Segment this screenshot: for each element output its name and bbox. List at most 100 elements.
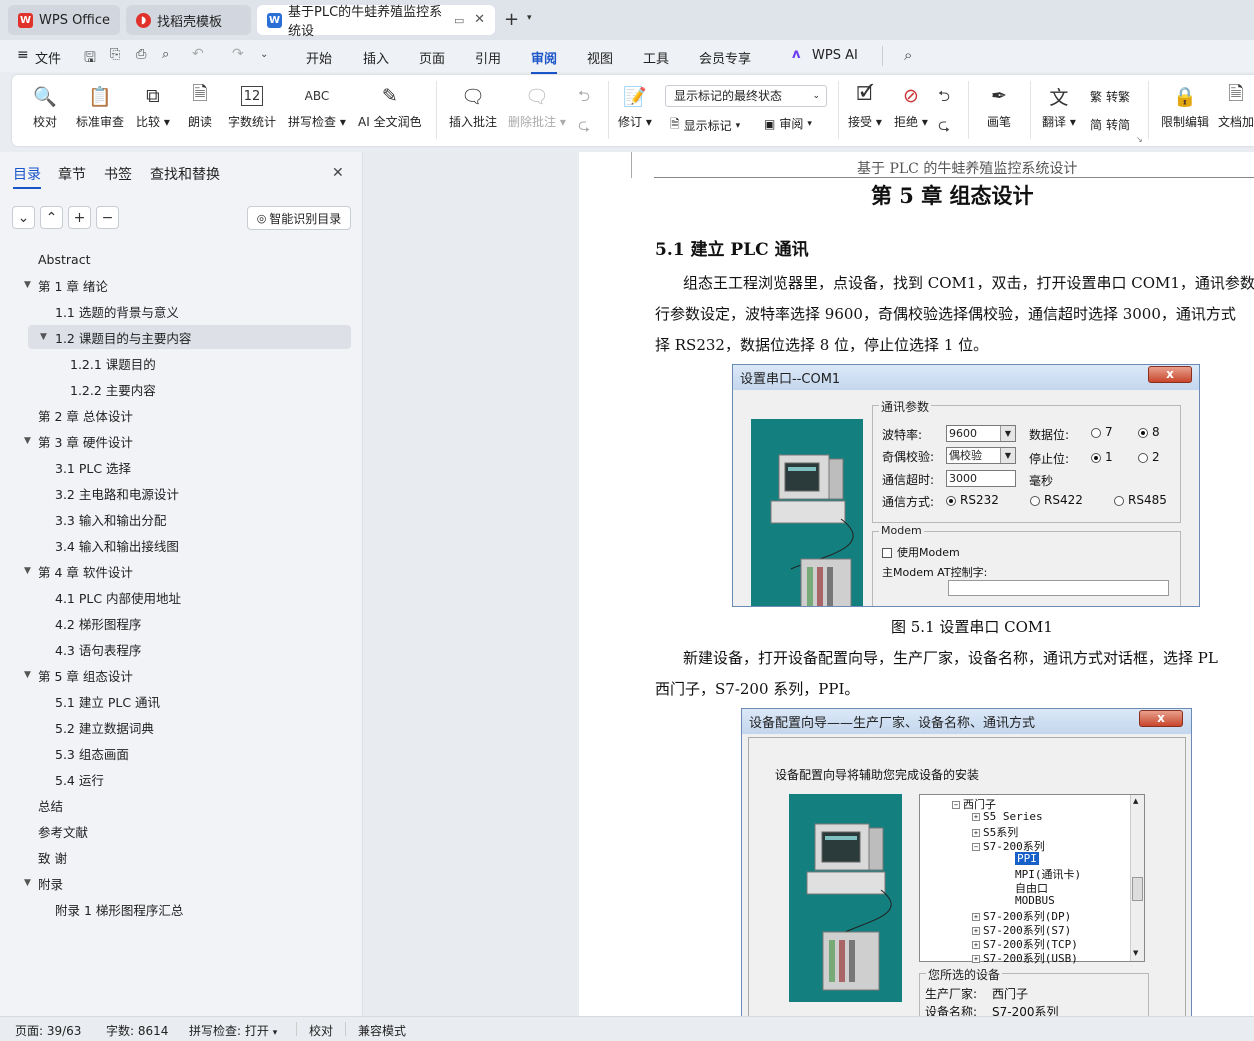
menu-tools[interactable]: 工具 [643, 48, 669, 67]
toc-item[interactable]: 致 谢 [0, 845, 363, 869]
menu-review[interactable]: 审阅 [531, 48, 558, 74]
word-count-indicator[interactable]: 字数: 8614 [106, 1022, 168, 1039]
toc-item[interactable]: Abstract [0, 247, 363, 271]
collapse-all-button[interactable]: ⌄ [12, 206, 35, 229]
standard-review-button[interactable]: 📋 标准审查 [76, 83, 124, 130]
quick-access-chevron-icon[interactable]: ⌄ [260, 49, 268, 60]
proofread-button[interactable]: 🔍 校对 [32, 83, 58, 130]
show-markup-button[interactable]: 🗎 显示标记 ▾ [670, 115, 740, 136]
expand-up-button[interactable]: ⌃ [40, 206, 63, 229]
toc-item[interactable]: ▼ 1.2 课题目的与主要内容 [28, 325, 351, 349]
track-changes-button[interactable]: 📝 修订 ▾ [618, 83, 652, 130]
toc-item[interactable]: 3.2 主电路和电源设计 [0, 481, 363, 505]
nav-tab-toc[interactable]: 目录 [13, 164, 41, 189]
expand-arrow-icon[interactable]: ▼ [24, 436, 31, 446]
compare-button[interactable]: ⧉ 比较 ▾ [136, 83, 170, 130]
translate-button[interactable]: 文翻译 ▾ [1042, 83, 1076, 130]
tab-document[interactable]: W 基于PLC的牛蛙养殖监控系统设 ▭ ✕ [257, 5, 495, 39]
toc-item[interactable]: ▼ 附录 [0, 871, 363, 895]
dialog-launcher-icon[interactable]: ↘ [1136, 135, 1143, 144]
proof-indicator[interactable]: 校对 [309, 1022, 333, 1039]
to-traditional-button[interactable]: 繁转繁 [1090, 88, 1130, 105]
toc-item[interactable]: 3.3 输入和输出分配 [0, 507, 363, 531]
close-pane-icon[interactable]: ✕ [332, 165, 344, 181]
next-change-icon[interactable]: ⮎ [938, 115, 950, 140]
smart-toc-button[interactable]: ◎ 智能识别目录 [247, 206, 351, 230]
close-tab-icon[interactable]: ✕ [474, 12, 485, 27]
show-markup-select[interactable]: 显示标记的最终状态 ⌄ [665, 85, 827, 107]
restrict-edit-button[interactable]: 🔒 限制编辑 [1161, 83, 1209, 130]
toc-item[interactable]: 1.1 选题的背景与意义 [0, 299, 363, 323]
toc-item[interactable]: 第 2 章 总体设计 [0, 403, 363, 427]
to-simplified-button[interactable]: 简转简 [1090, 116, 1130, 133]
toc-item[interactable]: 3.4 输入和输出接线图 [0, 533, 363, 557]
toc-item[interactable]: 5.3 组态画面 [0, 741, 363, 765]
toc-item[interactable]: 4.2 梯形图程序 [0, 611, 363, 635]
spell-check-button[interactable]: ABC 拼写检查 ▾ [288, 83, 346, 130]
insert-comment-button[interactable]: 🗨 插入批注 [449, 83, 497, 130]
tab-wps-office[interactable]: W WPS Office [8, 5, 120, 35]
toc-item[interactable]: 5.2 建立数据词典 [0, 715, 363, 739]
accept-button[interactable]: 🗹 接受 ▾ [848, 83, 882, 130]
hamburger-icon[interactable]: ≡ [17, 47, 29, 63]
ai-polish-button[interactable]: ✎ AI 全文润色 [358, 83, 422, 130]
print-icon[interactable]: ⎙ [136, 47, 146, 62]
wizard-intro: 设备配置向导将辅助您完成设备的安装 [775, 768, 980, 782]
spell-check-indicator[interactable]: 拼写检查: 打开 ▾ [189, 1022, 277, 1039]
expand-arrow-icon[interactable]: ▼ [40, 332, 47, 342]
monitor-icon[interactable]: ▭ [454, 14, 464, 27]
toc-item[interactable]: 总结 [0, 793, 363, 817]
expand-arrow-icon[interactable]: ▼ [24, 878, 31, 888]
nav-tab-find-replace[interactable]: 查找和替换 [150, 164, 220, 184]
page-indicator[interactable]: 页面: 39/63 [15, 1022, 81, 1039]
add-heading-button[interactable]: + [68, 206, 91, 229]
expand-arrow-icon[interactable]: ▼ [24, 280, 31, 290]
toc-item[interactable]: 4.3 语句表程序 [0, 637, 363, 661]
word-count-button[interactable]: 12 字数统计 [228, 83, 276, 130]
read-aloud-button[interactable]: 🗎 朗读 [187, 83, 213, 130]
toc-item[interactable]: 5.4 运行 [0, 767, 363, 791]
new-tab-icon[interactable]: + [504, 9, 519, 30]
save-icon[interactable]: 🖫 [84, 47, 96, 71]
expand-arrow-icon[interactable]: ▼ [24, 670, 31, 680]
pen-button[interactable]: ✒ 画笔 [986, 83, 1012, 130]
reject-button[interactable]: ⊘ 拒绝 ▾ [894, 83, 928, 130]
tab-templates[interactable]: ◗ 找稻壳模板 [126, 5, 251, 35]
previous-comment-icon[interactable]: ⮌ [578, 86, 590, 111]
remove-heading-button[interactable]: − [96, 206, 119, 229]
delete-comment-button[interactable]: 🗨 删除批注 ▾ [508, 83, 566, 130]
toc-item[interactable]: 附录 1 梯形图程序汇总 [0, 897, 363, 921]
expand-arrow-icon[interactable]: ▼ [24, 566, 31, 576]
review-pane-button[interactable]: ▣ 审阅 ▾ [764, 115, 812, 132]
menu-page[interactable]: 页面 [419, 48, 445, 67]
toc-item[interactable]: 参考文献 [0, 819, 363, 843]
menu-start[interactable]: 开始 [306, 48, 332, 67]
toc-item[interactable]: ▼ 第 3 章 硬件设计 [0, 429, 363, 453]
toc-item[interactable]: 4.1 PLC 内部使用地址 [0, 585, 363, 609]
nav-tab-chapters[interactable]: 章节 [58, 164, 86, 184]
menu-insert[interactable]: 插入 [363, 48, 389, 67]
nav-tab-bookmarks[interactable]: 书签 [104, 164, 132, 184]
menu-reference[interactable]: 引用 [475, 48, 501, 67]
redo-icon[interactable]: ↷ [232, 46, 244, 62]
toc-item[interactable]: 1.2.2 主要内容 [0, 377, 363, 401]
toc-item[interactable]: ▼ 第 5 章 组态设计 [0, 663, 363, 687]
toc-item[interactable]: ▼ 第 1 章 绪论 [0, 273, 363, 297]
menu-view[interactable]: 视图 [587, 48, 613, 67]
undo-icon[interactable]: ↶ [192, 46, 204, 62]
menu-wps-ai[interactable]: WPS AI [812, 48, 858, 63]
print-preview-icon[interactable]: ⌕ [162, 47, 169, 62]
toc-item[interactable]: 3.1 PLC 选择 [0, 455, 363, 479]
next-comment-icon[interactable]: ⮎ [578, 115, 590, 140]
previous-change-icon[interactable]: ⮌ [938, 86, 950, 111]
menu-file[interactable]: 文件 [35, 48, 61, 67]
menu-member[interactable]: 会员专享 [699, 48, 751, 67]
doc-permission-button[interactable]: 🗎 文档加 [1218, 83, 1254, 130]
toc-item[interactable]: 1.2.1 课题目的 [0, 351, 363, 375]
toc-item[interactable]: 5.1 建立 PLC 通讯 [0, 689, 363, 713]
toc-item[interactable]: ▼ 第 4 章 软件设计 [0, 559, 363, 583]
tree-expand-icon: + [972, 913, 980, 921]
search-icon[interactable]: ⌕ [904, 46, 912, 64]
chevron-down-icon[interactable]: ▾ [527, 13, 532, 23]
export-icon[interactable]: ⎘ [110, 47, 120, 62]
